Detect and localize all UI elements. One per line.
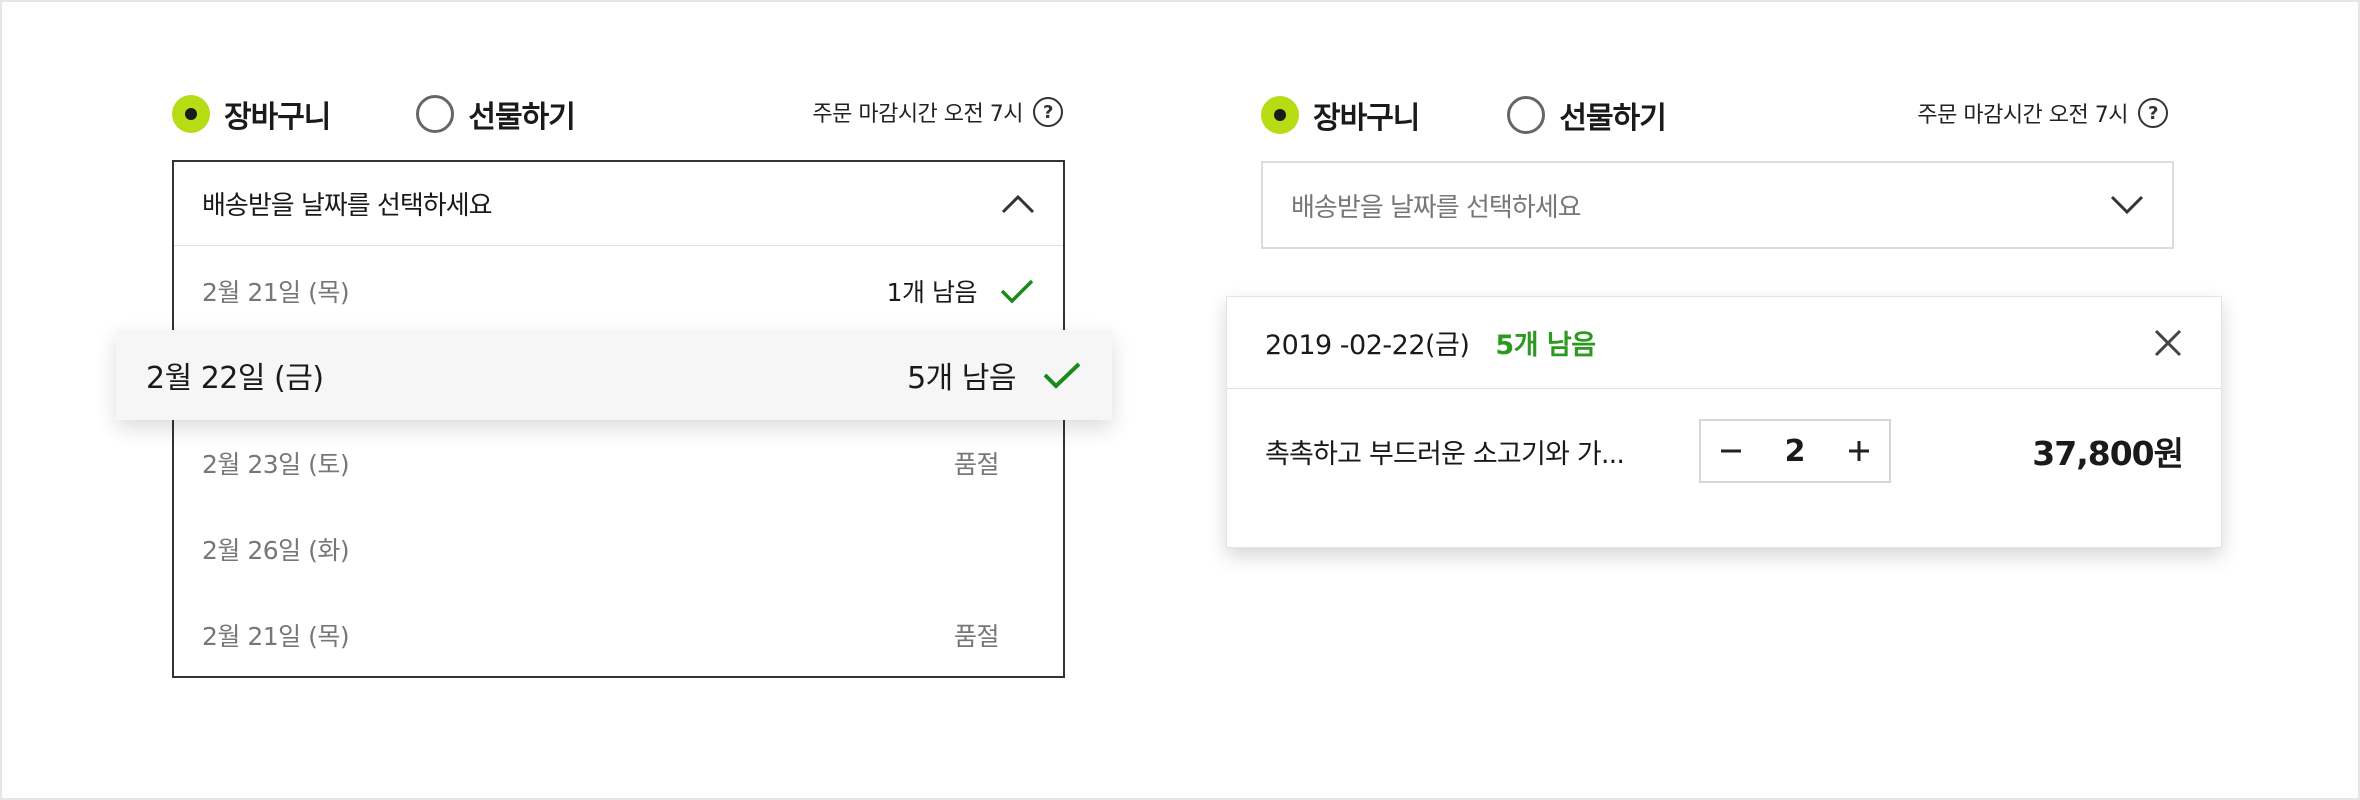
stock-remaining: 5개 남음	[1495, 330, 1596, 361]
radio-unselected-indicator	[416, 95, 455, 133]
radio-cart-label: 장바구니	[224, 100, 331, 135]
dropdown-placeholder: 배송받을 날짜를 선택하세요	[1291, 192, 1582, 223]
option-status: 품절	[953, 622, 1000, 651]
radio-cart[interactable]: 장바구니	[172, 92, 331, 136]
date-option[interactable]: 2월 21일 (목) 1개 남음	[174, 248, 1063, 334]
order-deadline: 주문 마감시간 오전 7시 ?	[812, 96, 1063, 128]
option-date: 2월 23일 (토)	[202, 450, 350, 479]
left-radio-group: 장바구니 선물하기	[172, 92, 576, 136]
radio-gift[interactable]: 선물하기	[1507, 93, 1667, 137]
selected-item-card: 2019 -02-22(금) 5개 남음 촉촉하고 부드러운 소고기와 가...…	[1226, 296, 2222, 548]
option-date: 2월 21일 (목)	[202, 278, 350, 307]
option-status: 1개 남음	[886, 278, 978, 307]
help-icon[interactable]: ?	[1033, 97, 1063, 127]
check-icon	[1043, 362, 1081, 389]
dropdown-placeholder: 배송받을 날짜를 선택하세요	[202, 191, 493, 221]
option-date: 2월 26일 (화)	[202, 536, 350, 565]
chevron-down-icon	[2110, 195, 2144, 215]
selected-item-header: 2019 -02-22(금) 5개 남음	[1227, 297, 2221, 389]
radio-unselected-indicator	[1507, 96, 1546, 134]
option-status: 품절	[953, 450, 1000, 479]
product-name: 촉촉하고 부드러운 소고기와 가...	[1265, 438, 1625, 470]
date-option[interactable]: 2월 26일 (화)	[174, 506, 1063, 592]
check-icon	[1000, 279, 1034, 304]
help-icon[interactable]: ?	[2138, 98, 2168, 128]
option-date: 2월 22일 (금)	[146, 361, 324, 396]
quantity-stepper: 2	[1699, 419, 1891, 483]
radio-gift-label: 선물하기	[468, 100, 575, 135]
plus-icon	[1849, 441, 1869, 461]
increase-button[interactable]	[1829, 421, 1889, 481]
date-option[interactable]: 2월 21일 (목) 품절	[174, 592, 1063, 678]
option-status: 5개 남음	[907, 361, 1016, 396]
radio-selected-indicator	[1261, 96, 1299, 134]
chevron-up-icon	[1001, 194, 1035, 213]
date-option-highlighted[interactable]: 2월 22일 (금) 5개 남음	[116, 330, 1112, 420]
close-icon[interactable]	[2153, 328, 2183, 358]
radio-selected-indicator	[172, 95, 210, 133]
item-price: 37,800원	[2032, 434, 2184, 473]
radio-gift[interactable]: 선물하기	[416, 92, 576, 136]
selected-item-body: 촉촉하고 부드러운 소고기와 가... 2 37,800원	[1227, 389, 2221, 513]
date-option[interactable]: 2월 23일 (토) 품절	[174, 420, 1063, 506]
quantity-value: 2	[1784, 433, 1806, 469]
option-date: 2월 21일 (목)	[202, 622, 350, 651]
radio-gift-label: 선물하기	[1559, 101, 1666, 136]
radio-cart-label: 장바구니	[1313, 101, 1420, 136]
radio-cart[interactable]: 장바구니	[1261, 93, 1420, 137]
decrease-button[interactable]	[1701, 421, 1761, 481]
order-deadline-text: 주문 마감시간 오전 7시	[812, 102, 1023, 127]
right-radio-group: 장바구니 선물하기	[1261, 93, 1667, 137]
order-deadline: 주문 마감시간 오전 7시 ?	[1917, 97, 2168, 129]
selected-date: 2019 -02-22(금)	[1265, 330, 1470, 361]
order-deadline-text: 주문 마감시간 오전 7시	[1917, 103, 2128, 128]
dropdown-header[interactable]: 배송받을 날짜를 선택하세요	[174, 162, 1063, 246]
delivery-date-dropdown-closed[interactable]: 배송받을 날짜를 선택하세요	[1261, 161, 2174, 249]
minus-icon	[1721, 449, 1741, 453]
